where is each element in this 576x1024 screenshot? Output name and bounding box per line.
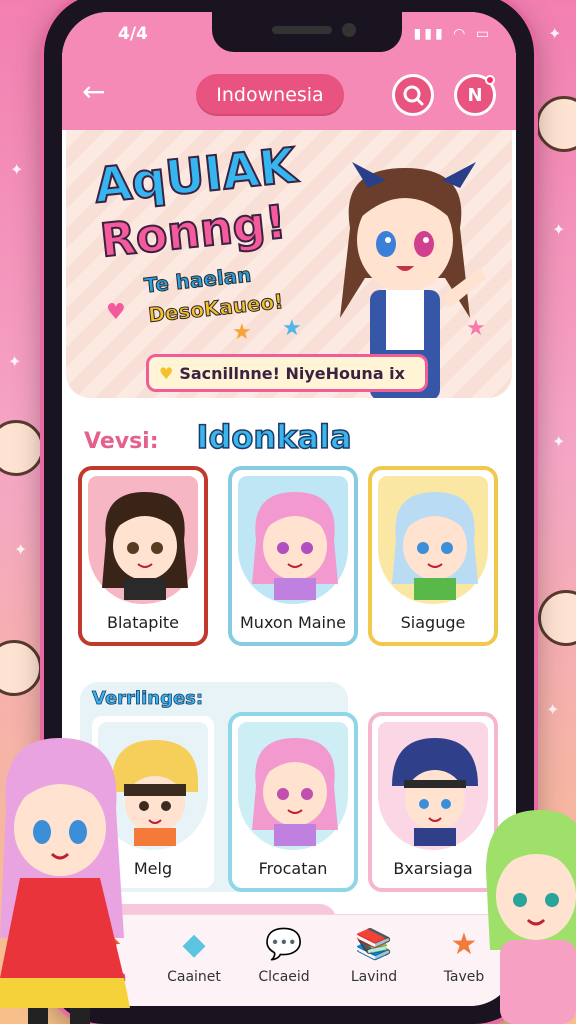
status-time: 4/4 <box>118 24 148 44</box>
promo-banner[interactable]: AqUIAK Ronng! Te haelan DesoKaueo! ♥ ★ ★… <box>66 130 512 398</box>
character-avatar <box>392 492 478 600</box>
bg-chibi-face <box>536 96 576 152</box>
sparkle-icon: ✦ <box>548 24 562 43</box>
nav-item-library[interactable]: 📚 Lavind <box>332 925 416 1001</box>
bottom-navigation: 🏠 Bpoia ◆ Caainet 💬 Clcaeid 📚 Lavind ★ T… <box>62 914 516 1006</box>
search-button[interactable] <box>392 74 434 116</box>
heart-icon: ♥ <box>159 363 174 383</box>
bg-chibi-face <box>0 640 42 696</box>
bg-chibi-face <box>538 590 576 646</box>
sparkle-icon: ✦ <box>552 432 566 451</box>
arrow-left-icon[interactable]: ← <box>82 78 105 106</box>
notification-button[interactable]: N <box>454 74 496 116</box>
section-header: Vevsi: Idonkala <box>84 417 353 457</box>
status-icons: ▮▮▮ ◠ ▭ <box>413 26 492 42</box>
card-label: Bxarsiaga <box>393 859 473 878</box>
banner-cta-label: Sacnillnne! NiyeHouna ix <box>179 363 405 383</box>
card-label: Siaguge <box>400 613 466 632</box>
bg-chibi-face <box>0 420 44 476</box>
character-card[interactable]: Muxon Maine <box>228 466 358 646</box>
book-stack-icon: 📚 <box>355 927 393 962</box>
character-card[interactable]: Blatapite <box>78 466 208 646</box>
phone-notch <box>212 12 402 52</box>
notification-dot <box>485 75 495 85</box>
notification-icon: N <box>467 84 483 106</box>
banner-cta-button[interactable]: ♥ Sacnillnne! NiyeHouna ix <box>146 354 428 392</box>
character-avatar <box>252 738 338 846</box>
character-card[interactable]: Siaguge <box>368 466 498 646</box>
sparkle-icon: ✦ <box>14 540 28 559</box>
star-icon: ★ <box>232 320 252 345</box>
character-card[interactable]: Frocatan <box>228 712 358 892</box>
card-label: Blatapite <box>106 613 180 632</box>
side-character-pink-hair <box>0 738 130 1024</box>
sparkle-icon: ✦ <box>552 220 566 239</box>
character-avatar <box>102 492 188 600</box>
nav-label: Lavind <box>350 969 398 985</box>
heart-icon: ♥ <box>106 300 126 325</box>
top-bar: ← Indownesia N <box>62 56 516 130</box>
sparkle-icon: ✦ <box>546 700 560 719</box>
side-character-green-hair <box>486 810 576 1024</box>
star-icon: ★ <box>282 316 302 341</box>
nav-label: Clcaeid <box>258 969 310 985</box>
sparkle-icon: ✦ <box>10 160 24 179</box>
banner-subtitle-line1: Te haelan <box>143 262 253 298</box>
nav-item-cabinet[interactable]: ◆ Caainet <box>152 925 236 1001</box>
card-label: Muxon Maine <box>240 613 346 632</box>
character-card[interactable]: Bxarsiaga <box>368 712 498 892</box>
search-icon <box>403 85 424 106</box>
sub-section-label: Verrlinges: <box>92 688 204 710</box>
nav-label: Caainet <box>167 969 221 985</box>
section-label: Vevsi: <box>84 429 159 454</box>
cube-icon: ◆ <box>182 927 206 962</box>
chat-bubble-icon: 💬 <box>265 927 303 962</box>
character-avatar <box>252 492 338 600</box>
card-label: Frocatan <box>258 859 328 878</box>
sparkle-icon: ✦ <box>8 352 22 371</box>
section-title: Idonkala <box>196 417 353 457</box>
character-avatar <box>392 738 478 846</box>
page-title[interactable]: Indownesia <box>196 74 344 116</box>
app-screen: 4/4 ▮▮▮ ◠ ▭ ← Indownesia N AqUIAK Ronng!… <box>62 12 516 1006</box>
nav-item-chat[interactable]: 💬 Clcaeid <box>242 925 326 1001</box>
